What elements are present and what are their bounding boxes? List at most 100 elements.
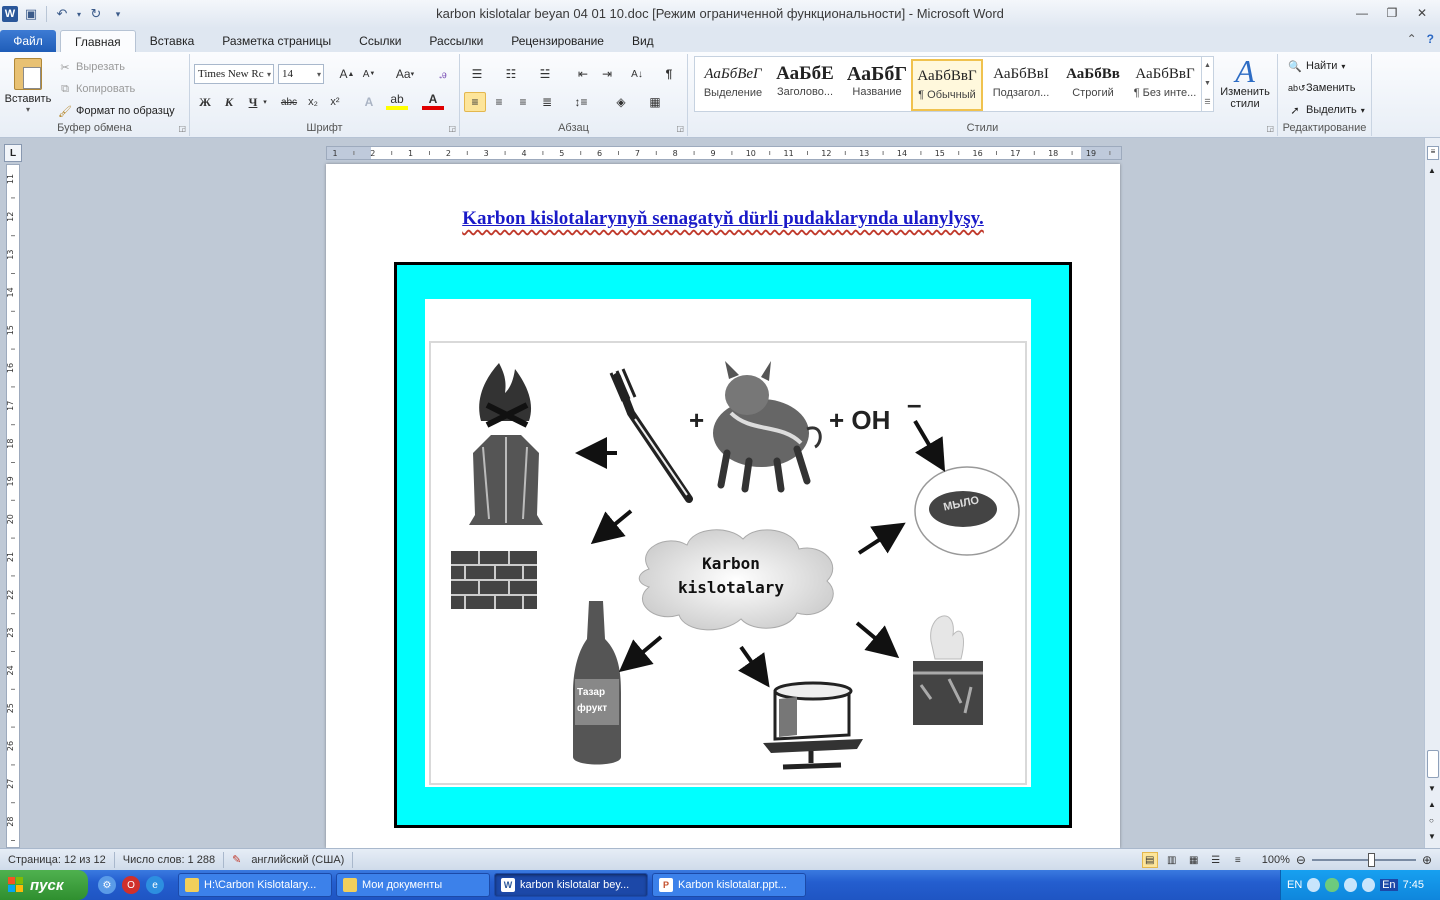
style-heading[interactable]: АаБбЕ Заголово... bbox=[769, 59, 841, 111]
word-count[interactable]: Число слов: 1 288 bbox=[115, 851, 225, 868]
change-case-button[interactable]: Aa ▾ bbox=[390, 64, 420, 84]
full-screen-reading-icon[interactable]: ▥ bbox=[1164, 852, 1180, 868]
tab-review[interactable]: Рецензирование bbox=[497, 30, 618, 52]
show-marks-icon[interactable]: ¶ bbox=[658, 64, 680, 84]
copy-button[interactable]: ⧉ Копировать bbox=[58, 79, 135, 99]
grow-font-button[interactable]: A ▲ bbox=[336, 64, 358, 84]
keyboard-layout-indicator[interactable]: En bbox=[1380, 879, 1398, 891]
select-browse-object-icon[interactable]: ○ bbox=[1429, 816, 1434, 825]
close-button[interactable]: ✕ bbox=[1410, 4, 1434, 22]
increase-indent-icon[interactable]: ⇥ bbox=[596, 64, 618, 84]
shading-icon[interactable]: ◈ bbox=[610, 92, 632, 112]
next-page-icon[interactable]: ▼ bbox=[1428, 832, 1436, 841]
zoom-out-icon[interactable]: ⊖ bbox=[1296, 853, 1306, 867]
print-layout-view-icon[interactable]: ▤ bbox=[1141, 852, 1158, 868]
chevron-up-icon[interactable]: ▲ bbox=[1204, 62, 1211, 69]
tab-home[interactable]: Главная bbox=[60, 30, 136, 52]
tab-file[interactable]: Файл bbox=[0, 30, 56, 52]
format-painter-button[interactable]: 🖌 Формат по образцу bbox=[58, 101, 175, 121]
text-effects-icon[interactable]: A bbox=[358, 92, 380, 112]
taskbar-item-folder-carbon[interactable]: H:\Carbon Kislotalary... bbox=[178, 873, 332, 897]
internet-explorer-icon[interactable]: e bbox=[146, 876, 164, 894]
style-normal[interactable]: АаБбВвГ ¶ Обычный bbox=[911, 59, 983, 111]
strikethrough-button[interactable]: abc bbox=[278, 92, 300, 112]
vertical-scrollbar[interactable]: ≡ ▲ ▼ ▲ ○ ▼ bbox=[1424, 138, 1440, 848]
horizontal-ruler[interactable]: 1 2 1 2 3 4 5 6 7 8 9 10 11 12 13 14 15 16 17 18 19 bbox=[326, 146, 1122, 160]
style-title[interactable]: АаБбГ Название bbox=[841, 59, 913, 111]
chevron-down-icon[interactable]: ▼ bbox=[1204, 80, 1211, 87]
dialog-launcher-icon[interactable]: ◲ bbox=[448, 124, 456, 133]
tray-back-icon[interactable] bbox=[1307, 878, 1321, 892]
style-no-spacing[interactable]: АаБбВвГ ¶ Без инте... bbox=[1129, 59, 1201, 111]
tab-view[interactable]: Вид bbox=[618, 30, 668, 52]
web-layout-icon[interactable]: ▦ bbox=[1186, 852, 1202, 868]
previous-page-icon[interactable]: ▲ bbox=[1428, 800, 1436, 809]
tab-references[interactable]: Ссылки bbox=[345, 30, 415, 52]
language-indicator[interactable]: EN bbox=[1287, 879, 1302, 891]
tab-mailings[interactable]: Рассылки bbox=[415, 30, 497, 52]
borders-icon[interactable]: ▦ bbox=[644, 92, 666, 112]
chevron-down-icon[interactable]: ▾ bbox=[75, 5, 83, 23]
help-icon[interactable]: ? bbox=[1427, 32, 1434, 46]
dialog-launcher-icon[interactable]: ◲ bbox=[178, 124, 186, 133]
save-icon[interactable]: ▣ bbox=[22, 5, 40, 23]
italic-button[interactable]: К bbox=[218, 92, 240, 112]
superscript-button[interactable]: x² bbox=[324, 92, 346, 112]
multilevel-list-icon[interactable]: ☱ bbox=[534, 64, 556, 84]
clock[interactable]: 7:45 bbox=[1403, 879, 1424, 891]
replace-button[interactable]: ab↺ Заменить bbox=[1288, 78, 1355, 98]
word-app-icon[interactable]: W bbox=[2, 6, 18, 22]
cut-button[interactable]: ✂ Вырезать bbox=[58, 57, 125, 77]
zoom-slider-thumb[interactable] bbox=[1367, 853, 1375, 867]
tab-insert[interactable]: Вставка bbox=[136, 30, 209, 52]
align-left-icon[interactable]: ≡ bbox=[464, 92, 486, 112]
sort-icon[interactable]: A↓ bbox=[626, 64, 648, 84]
bullets-icon[interactable]: ☰ bbox=[466, 64, 488, 84]
minimize-button[interactable]: — bbox=[1350, 4, 1374, 22]
clear-formatting-icon[interactable]: ꭿ bbox=[432, 64, 454, 84]
decrease-indent-icon[interactable]: ⇤ bbox=[572, 64, 594, 84]
scroll-down-icon[interactable]: ▼ bbox=[1428, 784, 1436, 793]
dialog-launcher-icon[interactable]: ◲ bbox=[1266, 124, 1274, 133]
maximize-button[interactable]: ❐ bbox=[1380, 4, 1404, 22]
scrollbar-thumb[interactable] bbox=[1427, 750, 1439, 778]
taskbar-item-powerpoint[interactable]: P Karbon kislotalar.ppt... bbox=[652, 873, 806, 897]
document-heading[interactable]: Karbon kislotalarynyň senagatyň dürli pu… bbox=[326, 208, 1120, 230]
start-button[interactable]: пуск bbox=[0, 870, 88, 900]
select-button[interactable]: ➚ Выделить ▾ bbox=[1288, 100, 1364, 120]
opera-icon[interactable]: O bbox=[122, 876, 140, 894]
taskbar-item-my-documents[interactable]: Мои документы bbox=[336, 873, 490, 897]
tray-monitor-icon[interactable] bbox=[1361, 878, 1376, 892]
dialog-launcher-icon[interactable]: ◲ bbox=[676, 124, 684, 133]
line-spacing-icon[interactable]: ↕≡ bbox=[570, 92, 592, 112]
find-button[interactable]: 🔍 Найти ▾ bbox=[1288, 56, 1345, 76]
paste-button[interactable]: Вставить ▾ bbox=[4, 58, 52, 118]
proofing-status[interactable]: ✎ английский (США) bbox=[224, 851, 354, 868]
align-center-icon[interactable]: ≡ bbox=[488, 92, 510, 112]
ruler-toggle-icon[interactable]: ≡ bbox=[1427, 146, 1439, 160]
tray-security-icon[interactable] bbox=[1325, 878, 1339, 892]
styles-gallery-scroll[interactable]: ▲ ▼ ☰ bbox=[1201, 57, 1213, 111]
more-icon[interactable]: ☰ bbox=[1204, 98, 1210, 106]
style-subtitle[interactable]: АаБбВвI Подзагол... bbox=[985, 59, 1057, 111]
numbering-icon[interactable]: ☷ bbox=[500, 64, 522, 84]
highlight-icon[interactable]: ab bbox=[386, 92, 408, 110]
zoom-level[interactable]: 100% bbox=[1262, 854, 1290, 866]
style-strong[interactable]: АаБбВв Строгий bbox=[1057, 59, 1129, 111]
customize-qat-icon[interactable]: ▾ bbox=[109, 5, 127, 23]
font-family-select[interactable]: Times New Rc ▾ bbox=[194, 64, 274, 84]
tray-network-icon[interactable] bbox=[1343, 878, 1357, 892]
vertical-ruler[interactable]: 11 12 13 14 15 16 17 18 19 20 21 22 23 24 25 26 27 28 bbox=[6, 164, 20, 848]
justify-icon[interactable]: ≣ bbox=[536, 92, 558, 112]
tab-selector-icon[interactable]: L bbox=[4, 144, 22, 162]
align-right-icon[interactable]: ≡ bbox=[512, 92, 534, 112]
picture-frame[interactable]: + + OH – МЫЛО Karbon kislotalary Тазар ф… bbox=[394, 262, 1072, 828]
font-size-select[interactable]: 14 ▾ bbox=[278, 64, 324, 84]
bold-button[interactable]: Ж bbox=[194, 92, 216, 112]
minimize-ribbon-icon[interactable]: ⌃ bbox=[1407, 32, 1417, 46]
zoom-slider[interactable] bbox=[1311, 853, 1416, 867]
tab-page-layout[interactable]: Разметка страницы bbox=[208, 30, 345, 52]
redo-icon[interactable]: ↻ bbox=[87, 5, 105, 23]
outline-view-icon[interactable]: ☰ bbox=[1208, 852, 1224, 868]
undo-icon[interactable]: ↶ bbox=[53, 5, 71, 23]
